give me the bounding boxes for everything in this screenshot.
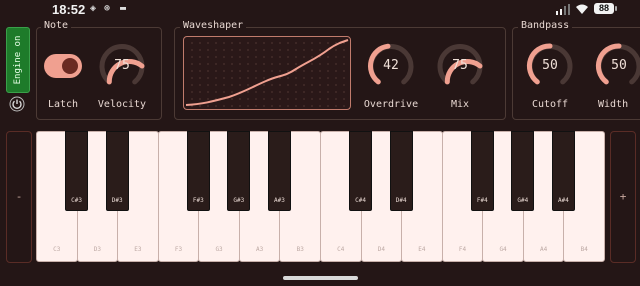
velocity-value: 75 [114, 58, 130, 73]
piano-key-fsharp4[interactable]: F#4 [470, 131, 494, 211]
home-indicator[interactable] [283, 276, 358, 280]
piano-key-gsharp3[interactable]: G#3 [227, 131, 251, 211]
piano-key-label: C4 [337, 246, 345, 253]
piano-key-label: D4 [377, 246, 385, 253]
battery-saver-icon: ▬ [119, 3, 127, 14]
piano-key-csharp4[interactable]: C#4 [349, 131, 373, 211]
velocity-label: Velocity [97, 99, 147, 110]
note-panel-title: Note [41, 20, 72, 31]
wifi-icon [576, 4, 588, 14]
piano-key-label: G4 [499, 246, 507, 253]
cutoff-value: 50 [542, 58, 558, 73]
octave-down-button[interactable]: - [6, 131, 32, 263]
piano-key-label: G3 [215, 246, 223, 253]
waveshaper-curve-editor[interactable] [183, 36, 351, 110]
width-value: 50 [611, 58, 627, 73]
power-icon[interactable] [9, 96, 25, 112]
battery-indicator: 88 [594, 3, 614, 14]
piano-keyboard: C3 D3 E3 F3 G3 A3 B3 C4 D4 E4 F4 G4 A4 B4 C#3 D#3 F#3 G#3… [36, 131, 605, 264]
status-time: 18:52 [52, 2, 86, 17]
bandpass-panel-title: Bandpass [518, 20, 573, 31]
piano-key-label: C#3 [71, 197, 82, 204]
piano-key-label: B3 [296, 246, 304, 253]
navigation-icon: ◈ [89, 3, 97, 14]
piano-key-label: D#3 [111, 197, 123, 204]
piano-key-label: E3 [134, 246, 142, 253]
piano-key-gsharp4[interactable]: G#4 [511, 131, 535, 211]
battery-tip [615, 6, 617, 11]
piano-key-label: F#4 [476, 197, 488, 204]
piano-key-label: A4 [540, 246, 548, 253]
piano-key-label: D#4 [395, 197, 407, 204]
piano-key-dsharp3[interactable]: D#3 [105, 131, 129, 211]
piano-key-label: C3 [53, 246, 61, 253]
piano-key-label: A#4 [558, 197, 569, 204]
piano-key-label: E4 [418, 246, 426, 253]
piano-key-label: F4 [458, 246, 467, 253]
overdrive-label: Overdrive [363, 99, 419, 110]
engine-label: Engine on [13, 35, 23, 85]
piano-key-csharp3[interactable]: C#3 [65, 131, 89, 211]
piano-key-dsharp4[interactable]: D#4 [389, 131, 413, 211]
latch-label: Latch [47, 99, 79, 110]
latch-toggle-thumb [62, 58, 78, 74]
piano-key-label: F3 [174, 246, 183, 253]
piano-key-fsharp3[interactable]: F#3 [186, 131, 210, 211]
piano-key-label: B4 [580, 246, 588, 253]
piano-key-label: F#3 [192, 197, 204, 204]
piano-key-asharp4[interactable]: A#4 [551, 131, 575, 211]
piano-key-asharp3[interactable]: A#3 [267, 131, 291, 211]
width-label: Width [598, 99, 629, 110]
piano-key-label: G#4 [517, 197, 529, 204]
piano-key-label: C#4 [355, 197, 366, 204]
overdrive-value: 42 [383, 58, 399, 73]
engine-toggle-button[interactable]: Engine on [6, 27, 30, 93]
piano-key-label: A#3 [274, 197, 285, 204]
mix-label: Mix [450, 99, 470, 110]
cutoff-label: Cutoff [531, 99, 569, 110]
piano-key-label: D3 [93, 246, 101, 253]
waveshaper-panel-title: Waveshaper [180, 20, 247, 31]
octave-up-button[interactable]: + [610, 131, 636, 263]
piano-key-label: A3 [256, 246, 264, 253]
mix-value: 75 [452, 58, 468, 73]
piano-key-label: G#3 [233, 197, 245, 204]
sync-icon: ⊛ [103, 3, 111, 14]
cellular-icon [556, 4, 570, 15]
